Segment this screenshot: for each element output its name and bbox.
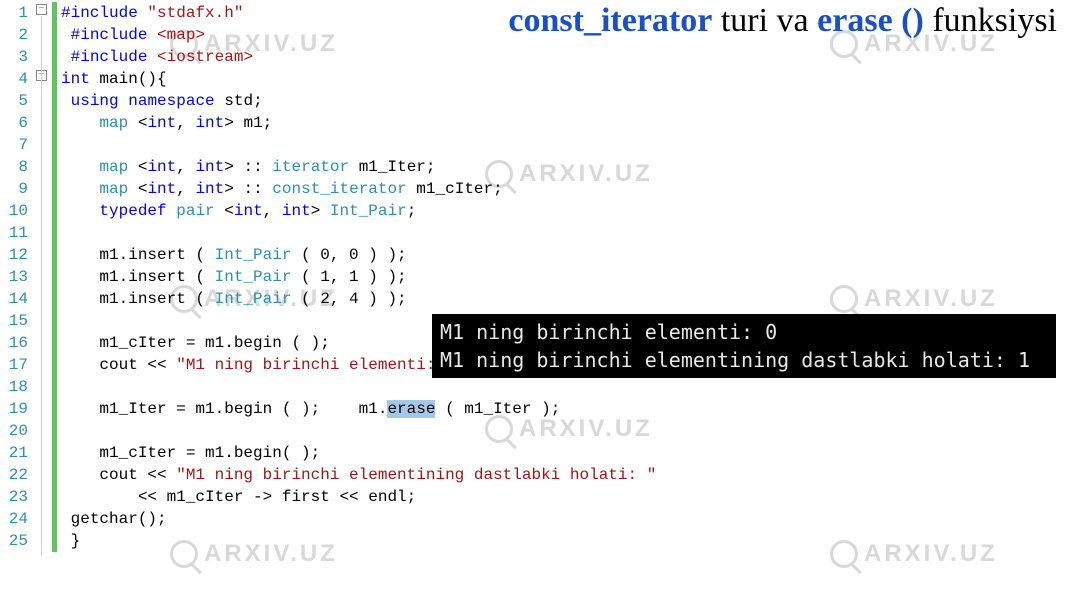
line-number: 18 — [0, 376, 28, 398]
line-number: 8 — [0, 156, 28, 178]
magnifier-icon — [830, 285, 858, 313]
slide-title: const_iterator turi va erase () funksiys… — [508, 2, 1057, 40]
code-line — [61, 376, 743, 398]
line-number: 9 — [0, 178, 28, 200]
line-number: 4 — [0, 68, 28, 90]
line-number: 12 — [0, 244, 28, 266]
watermark: ARXIV.UZ — [830, 285, 998, 313]
code-line: int main(){ — [61, 68, 743, 90]
magnifier-icon — [830, 540, 858, 568]
line-number: 2 — [0, 24, 28, 46]
title-part4: funksiysi — [924, 2, 1057, 39]
line-number: 23 — [0, 486, 28, 508]
line-number: 13 — [0, 266, 28, 288]
title-part1: const_iterator — [508, 2, 712, 39]
console-line: M1 ning birinchi elementi: 0 — [440, 320, 777, 344]
line-number: 6 — [0, 112, 28, 134]
line-number: 5 — [0, 90, 28, 112]
code-line: map <int, int> :: iterator m1_Iter; — [61, 156, 743, 178]
fold-gutter: − − — [36, 0, 52, 552]
line-number: 19 — [0, 398, 28, 420]
line-number: 16 — [0, 332, 28, 354]
title-part2: turi va — [712, 2, 817, 39]
code-line: map <int, int> :: const_iterator m1_cIte… — [61, 178, 743, 200]
console-line: M1 ning birinchi elementining dastlabki … — [440, 348, 1030, 372]
watermark-text: ARXIV.UZ — [864, 285, 998, 313]
console-output: M1 ning birinchi elementi: 0 M1 ning bir… — [432, 314, 1056, 378]
code-line: #include <iostream> — [61, 46, 743, 68]
line-number: 11 — [0, 222, 28, 244]
line-number: 20 — [0, 420, 28, 442]
code-line: m1.insert ( Int_Pair ( 1, 1 ) ); — [61, 266, 743, 288]
code-line — [61, 420, 743, 442]
line-number: 14 — [0, 288, 28, 310]
line-number: 21 — [0, 442, 28, 464]
line-number: 25 — [0, 530, 28, 552]
code-line: typedef pair <int, int> Int_Pair; — [61, 200, 743, 222]
code-line — [61, 134, 743, 156]
title-part3: erase () — [817, 2, 924, 39]
line-number: 1 — [0, 2, 28, 24]
watermark-text: ARXIV.UZ — [864, 540, 998, 568]
code-line: } — [61, 530, 743, 552]
fold-toggle-icon[interactable]: − — [36, 4, 47, 15]
code-line: m1.insert ( Int_Pair ( 0, 0 ) ); — [61, 244, 743, 266]
code-content: #include "stdafx.h" #include <map> #incl… — [57, 0, 743, 552]
line-number: 10 — [0, 200, 28, 222]
line-number: 3 — [0, 46, 28, 68]
code-line: m1_cIter = m1.begin( ); — [61, 442, 743, 464]
line-number: 24 — [0, 508, 28, 530]
line-number: 7 — [0, 134, 28, 156]
line-number: 22 — [0, 464, 28, 486]
line-number-gutter: 1234567891011121314151617181920212223242… — [0, 0, 36, 552]
code-line: m1.insert ( Int_Pair ( 2, 4 ) ); — [61, 288, 743, 310]
line-number: 15 — [0, 310, 28, 332]
line-number: 17 — [0, 354, 28, 376]
code-line: getchar(); — [61, 508, 743, 530]
code-line: map <int, int> m1; — [61, 112, 743, 134]
code-line — [61, 222, 743, 244]
code-line: cout << "M1 ning birinchi elementining d… — [61, 464, 743, 486]
code-line: using namespace std; — [61, 90, 743, 112]
watermark: ARXIV.UZ — [830, 540, 998, 568]
code-editor: 1234567891011121314151617181920212223242… — [0, 0, 743, 552]
code-line: m1_Iter = m1.begin ( ); m1.erase ( m1_It… — [61, 398, 743, 420]
code-line: << m1_cIter -> first << endl; — [61, 486, 743, 508]
